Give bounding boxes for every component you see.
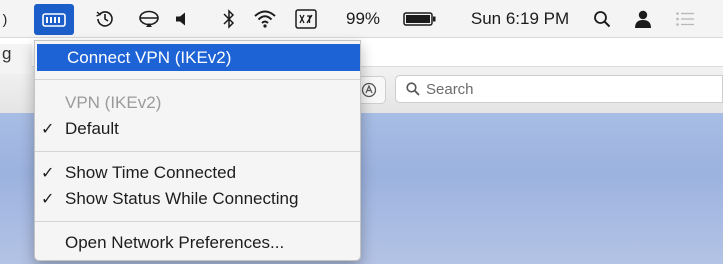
spotlight-search-icon <box>594 11 611 28</box>
time-machine-icon <box>96 11 113 27</box>
battery-icon <box>403 12 436 26</box>
connect-vpn-menu-item[interactable]: Connect VPN (IKEv2) <box>37 44 360 71</box>
clock[interactable]: Sun 6:19 PM <box>466 0 574 38</box>
open-network-preferences-label: Open Network Preferences... <box>65 233 285 252</box>
user-icon <box>635 10 651 28</box>
airplay-icon <box>139 10 159 27</box>
reader-icon <box>361 82 377 98</box>
user-button[interactable] <box>630 0 656 38</box>
battery-percent-text: 99% <box>345 9 381 28</box>
volume-button[interactable] <box>170 0 194 38</box>
spotlight-button[interactable] <box>589 0 615 38</box>
notification-center-icon <box>676 12 694 26</box>
show-time-checkmark-icon: ✓ <box>41 165 55 182</box>
battery-percent: 99% <box>337 0 389 38</box>
input-source-icon <box>295 9 317 29</box>
wifi-button[interactable] <box>250 0 280 38</box>
vpn-dropdown-menu: Connect VPN (IKEv2) VPN (IKEv2) ✓ Defaul… <box>34 40 361 261</box>
volume-icon <box>176 12 185 26</box>
time-machine-button[interactable] <box>92 0 118 38</box>
vpn-name-menu-item: VPN (IKEv2) <box>35 91 360 115</box>
menu-bar-edge-glyph: ) <box>2 11 8 27</box>
default-checkmark-icon: ✓ <box>41 121 55 138</box>
default-config-menu-item[interactable]: ✓ Default <box>35 117 360 141</box>
menu-separator <box>35 79 360 80</box>
search-placeholder: Search <box>426 80 474 98</box>
show-time-connected-label: Show Time Connected <box>65 163 237 182</box>
vpn-name-label: VPN (IKEv2) <box>65 93 162 112</box>
window-edge-text: g <box>0 44 32 74</box>
vpn-status-button[interactable] <box>34 4 74 35</box>
show-status-checkmark-icon: ✓ <box>41 191 55 208</box>
show-time-connected-menu-item[interactable]: ✓ Show Time Connected <box>35 161 360 185</box>
open-network-preferences-menu-item[interactable]: Open Network Preferences... <box>35 231 360 255</box>
search-icon <box>406 82 420 96</box>
show-status-while-connecting-menu-item[interactable]: ✓ Show Status While Connecting <box>35 187 360 211</box>
default-config-label: Default <box>65 119 119 138</box>
show-status-while-connecting-label: Show Status While Connecting <box>65 189 299 208</box>
input-source-button[interactable] <box>291 0 321 38</box>
search-field[interactable]: Search <box>395 75 723 103</box>
menu-separator <box>35 221 360 222</box>
notification-center-button[interactable] <box>672 0 698 38</box>
battery-button[interactable] <box>394 0 446 38</box>
bluetooth-icon <box>223 9 235 29</box>
menu-bar: ) 99% Sun 6:19 PM <box>0 0 723 38</box>
menu-separator <box>35 151 360 152</box>
airplay-button[interactable] <box>134 0 164 38</box>
bluetooth-button[interactable] <box>218 0 240 38</box>
clock-text: Sun 6:19 PM <box>470 9 570 28</box>
wifi-icon <box>254 10 276 28</box>
vpn-status-icon <box>42 12 66 27</box>
connect-vpn-label: Connect VPN (IKEv2) <box>67 47 232 67</box>
